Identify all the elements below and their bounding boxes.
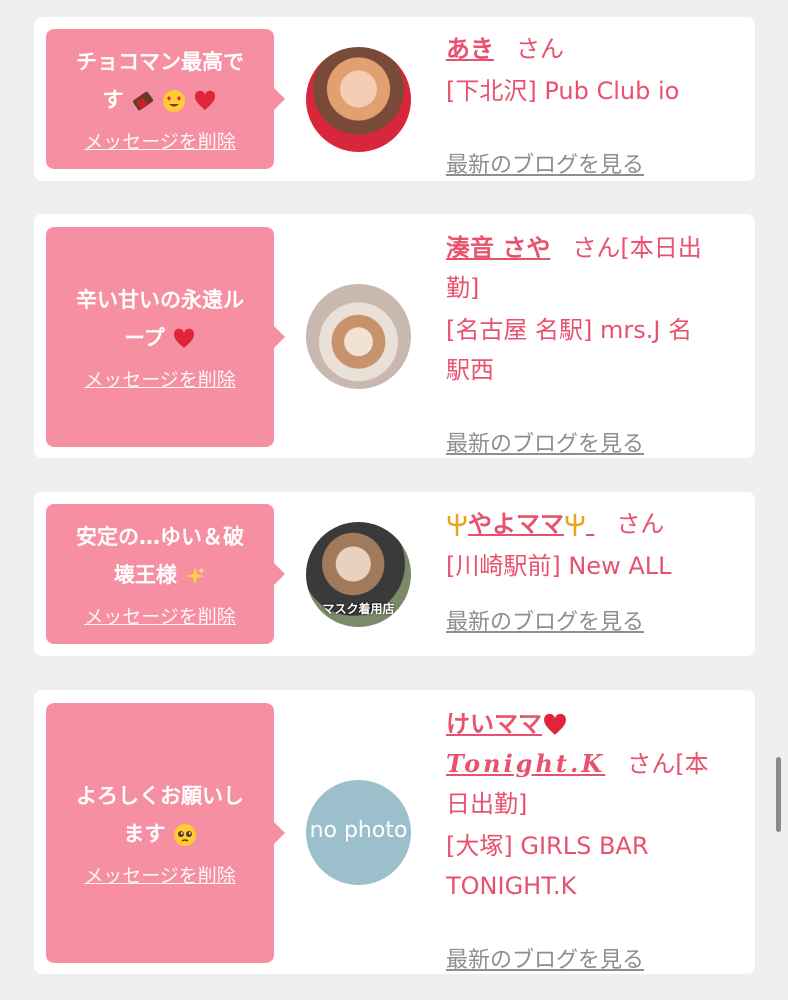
pleading-face-icon [173, 824, 196, 846]
shop-name-cont: TONIGHT.K [446, 872, 577, 900]
message-bubble: 辛い甘いの永遠ル ープ メッセージを削除 [46, 227, 285, 447]
cast-info: あき さん [下北沢] Pub Club io 最新のブログを見る [446, 29, 735, 178]
scrollbar[interactable] [776, 757, 781, 832]
heart-eyes-emoji-icon [163, 90, 186, 112]
avatar[interactable]: マスク着用店 [306, 522, 411, 627]
shop-name: [名古屋 名駅] mrs.J 名 [446, 316, 693, 344]
delete-message-link[interactable]: メッセージを削除 [84, 129, 236, 155]
avatar-caption: マスク着用店 [322, 602, 395, 616]
cast-name-link[interactable]: けいママ [446, 710, 568, 738]
latest-blog-link[interactable]: 最新のブログを見る [446, 604, 644, 636]
latest-blog-link[interactable]: 最新のブログを見る [446, 942, 644, 974]
message-bubble: チョコマン最高で す メッセージを削除 [46, 29, 285, 169]
cast-info: やよママ さん [川崎駅前] New ALL 最新のブログを見る [446, 504, 735, 635]
cast-name-link[interactable]: あき [446, 35, 494, 63]
red-heart-icon [173, 328, 195, 348]
cast-info: 湊音 さや さん[本日出 勤] [名古屋 名駅] mrs.J 名 駅西 最新のブロ… [446, 228, 735, 457]
sparkles-icon [185, 566, 206, 586]
latest-blog-link[interactable]: 最新のブログを見る [446, 426, 644, 458]
avatar[interactable]: no photo [306, 780, 411, 885]
honorific: さん [616, 510, 665, 538]
red-heart-icon [195, 90, 216, 110]
trident-icon [565, 514, 585, 536]
message-text: よろしくお願いし ます [76, 784, 244, 846]
avatar[interactable] [306, 47, 411, 152]
cast-info: けいママ Tonight.K さん[本 日出勤] [大塚] GIRLS BAR T… [446, 704, 735, 973]
red-heart-icon [544, 713, 566, 735]
honorific-cont: 勤] [446, 274, 480, 302]
message-card: よろしくお願いし ます メッセージを削除 no photo けいママ Tonig… [34, 690, 755, 974]
delete-message-link[interactable]: メッセージを削除 [84, 367, 236, 393]
message-card: 辛い甘いの永遠ル ープ メッセージを削除 湊音 さや さん[本日出 勤] [名古屋… [34, 214, 755, 458]
shop-name: [大塚] GIRLS BAR [446, 832, 649, 860]
honorific: さん[本 [627, 750, 709, 778]
honorific-cont: 日出勤] [446, 790, 528, 818]
message-text: 辛い甘いの永遠ル ープ [76, 288, 244, 350]
cast-name-link[interactable]: やよママ [446, 510, 594, 538]
message-text: チョコマン最高で す [76, 50, 244, 112]
message-bubble: 安定の…ゆい＆破 壊王様 メッセージを削除 [46, 504, 285, 644]
message-bubble: よろしくお願いし ます メッセージを削除 [46, 703, 285, 963]
shop-name: [川崎駅前] New ALL [446, 552, 672, 580]
shop-name-cont: 駅西 [446, 356, 494, 384]
message-card: 安定の…ゆい＆破 壊王様 メッセージを削除 マスク着用店 やよママ さん [川崎… [34, 492, 755, 656]
shop-name: [下北沢] Pub Club io [446, 77, 680, 105]
cast-name-link-cont[interactable]: Tonight.K [446, 749, 605, 778]
honorific: さん[本日出 [572, 234, 702, 262]
trident-icon [447, 514, 467, 536]
message-text: 安定の…ゆい＆破 壊王様 [76, 525, 244, 587]
honorific: さん [516, 35, 564, 63]
delete-message-link[interactable]: メッセージを削除 [84, 863, 236, 889]
latest-blog-link[interactable]: 最新のブログを見る [446, 147, 644, 179]
chocolate-icon [132, 91, 153, 111]
delete-message-link[interactable]: メッセージを削除 [84, 604, 236, 630]
avatar[interactable] [306, 284, 411, 389]
cast-name-link[interactable]: 湊音 さや [446, 234, 550, 262]
message-card: チョコマン最高で す メッセージを削除 あき さん [下北沢] Pub Club … [34, 17, 755, 181]
no-photo-placeholder: no photo [309, 818, 408, 843]
